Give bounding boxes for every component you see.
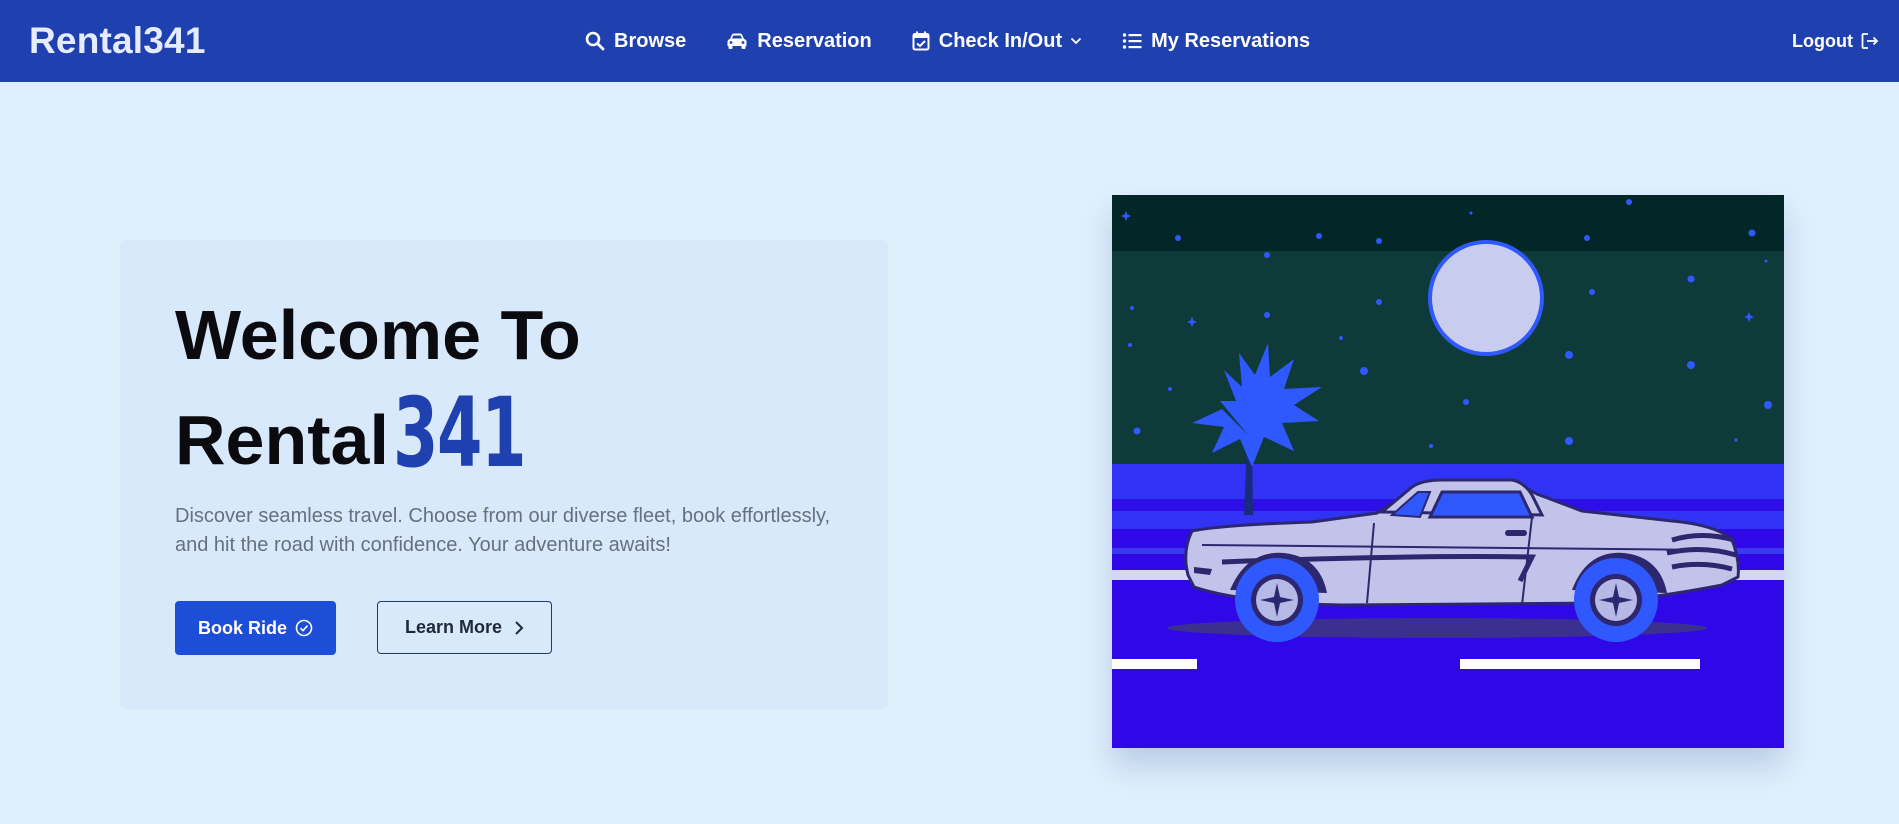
hero-title-word: Rental [175,401,389,479]
learn-more-label: Learn More [404,617,503,637]
book-ride-label: Book Ride [197,617,287,638]
logout-icon [1861,33,1879,49]
logout-link[interactable]: Logout [1792,0,1879,82]
hero-description: Discover seamless travel. Choose from ou… [175,505,831,556]
calendar-check-icon [912,31,930,51]
nav-reservation[interactable]: Reservation [726,30,872,53]
hero-title-line1: Welcome To [175,296,581,374]
list-icon [1122,33,1142,49]
nav-links: Browse Reservation Check In/Out My Reser… [585,0,1350,82]
hero-title: Welcome To Rental341 [175,286,587,489]
nav-my-reservations[interactable]: My Reservations [1122,30,1310,53]
chevron-right-icon [515,620,524,635]
nav-my-reservations-label: My Reservations [1151,29,1311,52]
book-ride-button[interactable]: Book Ride [175,601,336,655]
chevron-down-icon [1070,37,1082,45]
nav-check-in-out[interactable]: Check In/Out [912,30,1082,53]
illustration-svg [1112,195,1784,748]
night-car-illustration [1112,195,1784,748]
logout-label: Logout [1792,30,1853,51]
check-circle-icon [295,619,313,637]
hero-card: Welcome To Rental341 Discover seamless t… [120,240,888,709]
brand-logo[interactable]: Rental341 [29,16,206,66]
search-icon [585,31,605,51]
nav-reservation-label: Reservation [757,29,872,52]
car-icon [727,33,747,49]
top-navbar: Rental341 Browse Reservation Check In/Ou… [0,0,1899,82]
nav-browse-label: Browse [614,29,687,52]
hero-title-number: 341 [392,377,527,489]
nav-check-in-out-label: Check In/Out [938,29,1063,52]
nav-browse[interactable]: Browse [585,30,686,53]
learn-more-button[interactable]: Learn More [377,601,552,654]
